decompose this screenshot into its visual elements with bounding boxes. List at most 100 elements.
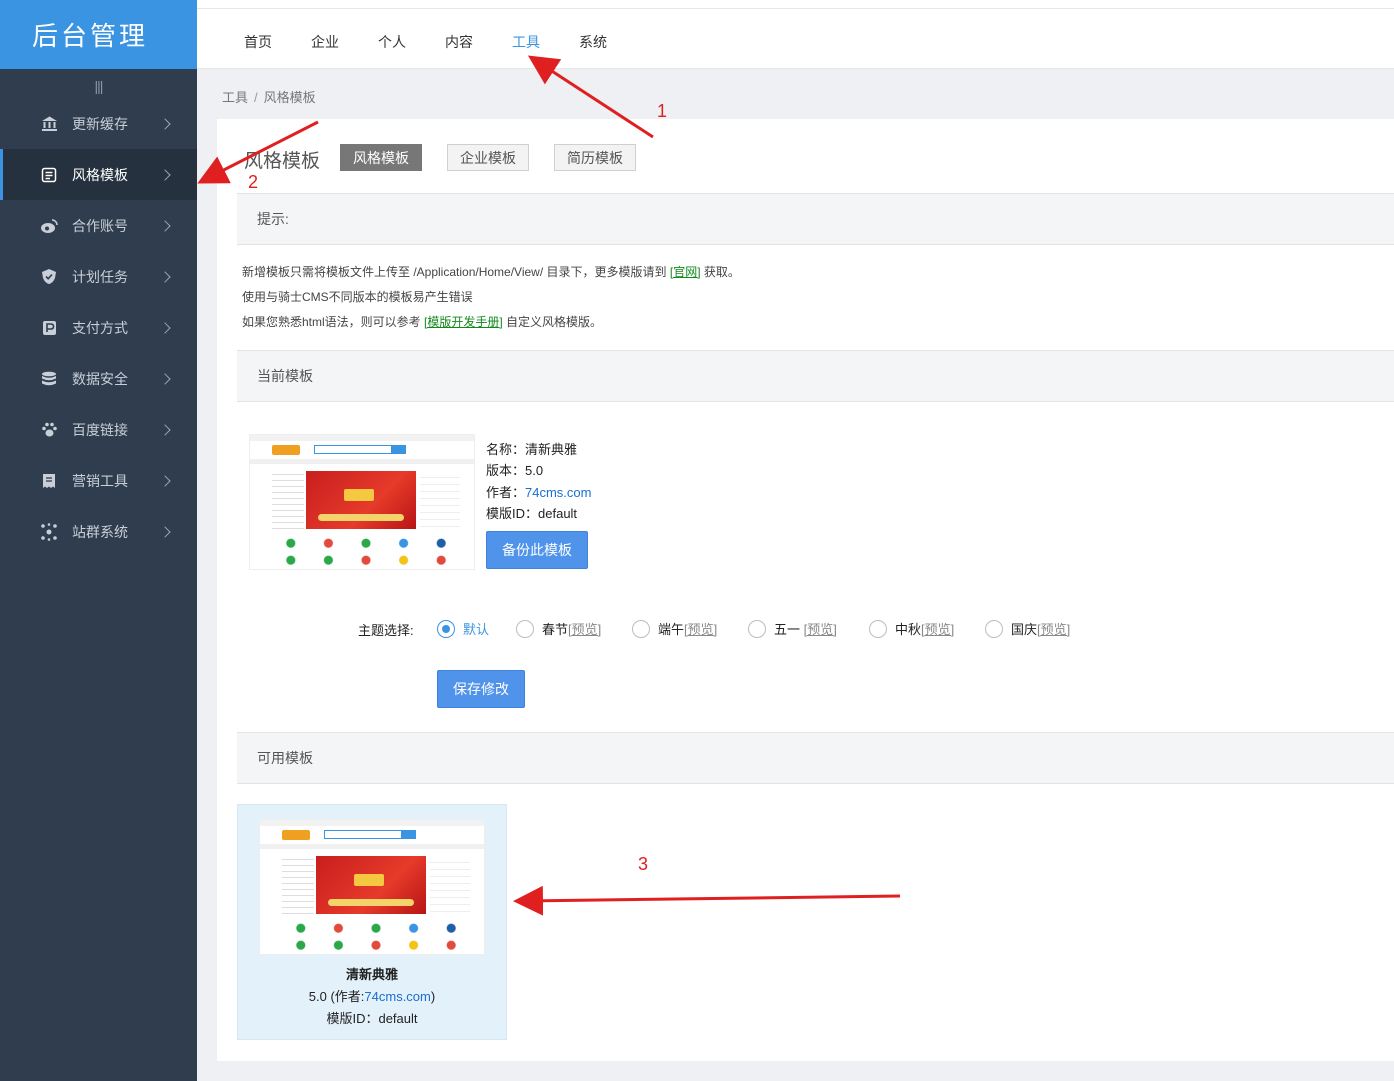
bank-icon — [40, 115, 58, 133]
sidebar-item-baidu-links[interactable]: 百度链接 — [0, 404, 197, 455]
available-template-author-link[interactable]: 74cms.com — [364, 989, 430, 1004]
sidebar-item-cache[interactable]: 更新缓存 — [0, 98, 197, 149]
radio-circle[interactable] — [437, 619, 455, 638]
radio-circle[interactable] — [516, 619, 534, 638]
sidebar-item-site-cluster[interactable]: 站群系统 — [0, 506, 197, 557]
template-name: 清新典雅 — [525, 442, 578, 457]
save-changes-button[interactable]: 保存修改 — [437, 670, 525, 708]
available-templates-heading-text: 可用模板 — [257, 750, 313, 766]
sidebar-item-label: 百度链接 — [72, 421, 128, 438]
template-author-link[interactable]: 74cms.com — [525, 485, 591, 500]
theme-radio-spring-festival[interactable]: 春节 [预览] — [516, 619, 601, 638]
top-nav — [197, 8, 1394, 69]
chevron-right-icon — [159, 423, 171, 436]
annotation-number-1: 1 — [657, 101, 668, 121]
backup-template-button[interactable]: 备份此模板 — [486, 531, 588, 569]
nav-personal[interactable]: 个人 — [378, 32, 406, 52]
tab-resume-template[interactable]: 简历模板 — [554, 144, 636, 171]
app-logo: 后台管理 — [0, 0, 197, 69]
sidebar-item-scheduled-tasks[interactable]: 计划任务 — [0, 251, 197, 302]
sidebar-item-payment[interactable]: 支付方式 — [0, 302, 197, 353]
nav-enterprise[interactable]: 企业 — [311, 32, 339, 52]
theme-radio-national-day[interactable]: 国庆 [预览] — [985, 619, 1070, 638]
nav-system[interactable]: 系统 — [579, 32, 607, 52]
tab-enterprise-template[interactable]: 企业模板 — [447, 144, 529, 171]
preview-link[interactable]: [预览] — [921, 619, 954, 638]
available-template-name: 清新典雅 — [345, 967, 398, 982]
current-template-thumbnail — [249, 434, 475, 570]
chevron-right-icon — [159, 117, 171, 130]
cluster-icon — [40, 522, 58, 541]
chevron-right-icon — [159, 474, 171, 487]
theme-radio-may-day[interactable]: 五一 [预览] — [748, 619, 837, 638]
template-version: 5.0 — [525, 463, 544, 478]
template-icon — [40, 166, 58, 184]
preview-link[interactable]: [预览] — [568, 619, 601, 638]
nav-tools[interactable]: 工具 — [512, 32, 540, 52]
sidebar-item-label: 数据安全 — [72, 370, 128, 387]
page-title: 风格模板 — [244, 151, 321, 172]
tip-text: 自定义风格模版。 — [502, 315, 603, 329]
template-name-row: 名称：清新典雅 — [486, 439, 577, 458]
receipt-icon — [40, 472, 58, 490]
sidebar-item-data-security[interactable]: 数据安全 — [0, 353, 197, 404]
sidebar-item-marketing-tools[interactable]: 营销工具 — [0, 455, 197, 506]
preview-link[interactable]: [预览] — [1037, 619, 1070, 638]
sidebar-item-label: 合作账号 — [72, 217, 128, 234]
tip-line-2: 使用与骑士CMS不同版本的模板易产生错误 — [242, 290, 473, 304]
chevron-right-icon — [159, 372, 171, 385]
radio-circle[interactable] — [748, 619, 766, 638]
weibo-icon — [40, 217, 58, 235]
theme-radio-default[interactable]: 默认 — [437, 619, 489, 638]
theme-radio-dragon-boat[interactable]: 端午 [预览] — [632, 619, 717, 638]
nav-content[interactable]: 内容 — [445, 32, 473, 52]
radio-label: 中秋 — [895, 622, 922, 637]
chevron-right-icon — [159, 270, 171, 283]
breadcrumb-root[interactable]: 工具 — [222, 90, 248, 105]
available-templates-heading: 可用模板 — [237, 732, 1394, 784]
tip-text: 获取。 — [700, 265, 740, 279]
version-text: 5.0 (作者: — [308, 989, 365, 1004]
annotation-number-2: 2 — [248, 172, 259, 192]
sidebar-item-label: 支付方式 — [72, 319, 128, 336]
template-author-row: 作者：74cms.com — [486, 482, 591, 501]
annotation-number-3: 3 — [638, 854, 649, 874]
breadcrumb: 工具 / 风格模板 — [222, 87, 316, 106]
payment-icon — [40, 319, 58, 337]
radio-circle[interactable] — [869, 619, 887, 638]
tip-text: 如果您熟悉html语法，则可以参考 — [242, 315, 425, 329]
nav-home[interactable]: 首页 — [244, 32, 272, 52]
radio-circle[interactable] — [632, 619, 650, 638]
meta-label: 作者： — [486, 485, 526, 500]
sidebar-item-partner-accounts[interactable]: 合作账号 — [0, 200, 197, 251]
tab-style-template[interactable]: 风格模板 — [340, 144, 422, 171]
radio-label: 五一 — [774, 622, 804, 637]
meta-label: 名称： — [486, 442, 526, 457]
available-template-thumbnail[interactable] — [259, 819, 485, 955]
radio-label: 春节 — [542, 622, 569, 637]
sidebar-item-template[interactable]: 风格模板 — [0, 149, 197, 200]
preview-link[interactable]: [预览] — [804, 619, 837, 638]
theme-label: 主题选择: — [358, 623, 414, 638]
preview-link[interactable]: [预览] — [684, 619, 717, 638]
chevron-right-icon — [159, 168, 171, 181]
theme-radio-mid-autumn[interactable]: 中秋 [预览] — [869, 619, 954, 638]
tip-line-1: 新增模板只需将模板文件上传至 /Application/Home/View/ 目… — [242, 263, 740, 280]
current-template-heading-text: 当前模板 — [257, 368, 313, 384]
chevron-right-icon — [159, 321, 171, 334]
radio-circle[interactable] — [985, 619, 1003, 638]
tips-heading-text: 提示: — [257, 211, 289, 227]
sidebar-item-label: 营销工具 — [72, 472, 128, 489]
tip-text: 新增模板只需将模板文件上传至 /Application/Home/View/ 目… — [242, 265, 670, 279]
radio-label: 端午 — [658, 622, 685, 637]
sidebar-item-label: 计划任务 — [72, 268, 128, 285]
version-text: ) — [430, 989, 436, 1004]
template-version-row: 版本：5.0 — [486, 460, 543, 479]
dev-manual-link[interactable]: [模版开发手册] — [424, 315, 503, 329]
template-id: default — [538, 506, 578, 521]
sidebar-item-label: 更新缓存 — [72, 115, 128, 132]
available-template-version: 5.0 (作者:74cms.com) — [237, 986, 507, 1005]
top-strip — [197, 0, 1394, 8]
official-site-link[interactable]: [官网] — [670, 265, 701, 279]
chevron-right-icon — [159, 525, 171, 538]
